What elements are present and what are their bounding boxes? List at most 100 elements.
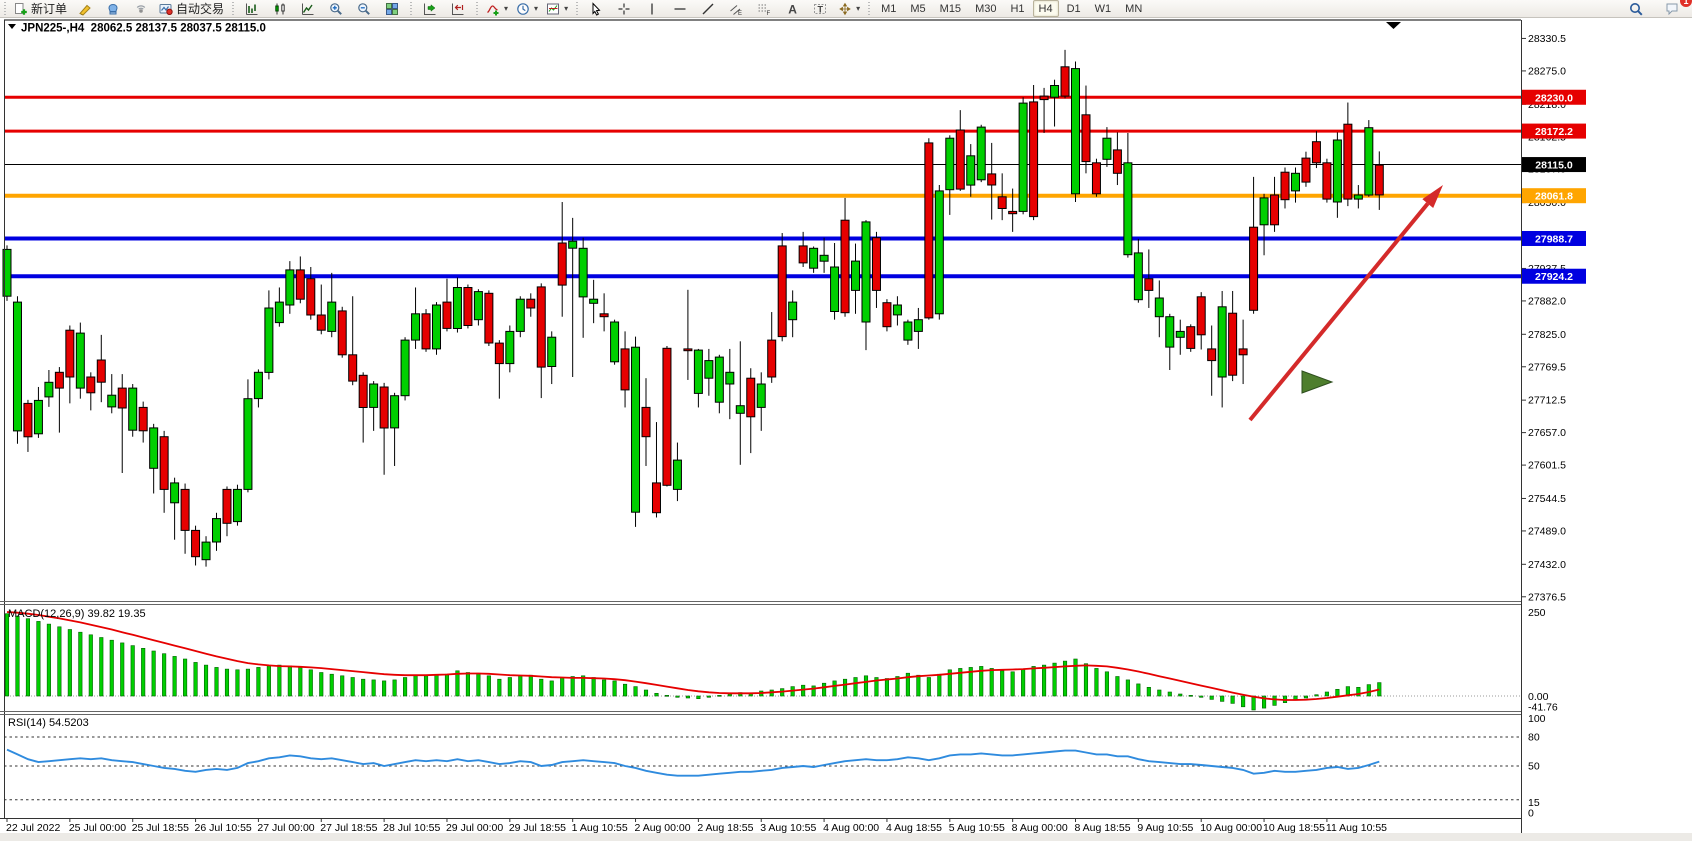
chart-candle-icon — [273, 2, 287, 16]
timeframe-d1-button[interactable]: D1 — [1061, 0, 1087, 17]
signals-button[interactable] — [128, 0, 154, 17]
svg-text:28 Jul 10:55: 28 Jul 10:55 — [383, 822, 440, 834]
dropdown-arrow-icon[interactable]: ▾ — [564, 4, 568, 13]
candle — [1145, 279, 1153, 291]
timeframe-m1-button[interactable]: M1 — [875, 0, 902, 17]
macd-panel: MACD(12,26,9) 39.82 19.35 — [4, 608, 1521, 710]
timeframe-h4-button[interactable]: H4 — [1033, 0, 1059, 17]
timeframe-m30-button[interactable]: M30 — [969, 0, 1002, 17]
horizontal-line-tool[interactable] — [667, 0, 693, 17]
candle — [967, 156, 975, 185]
candle — [307, 279, 315, 315]
signal-icon — [134, 2, 148, 16]
price-chart[interactable]: MACD(12,26,9) 39.82 19.35RSI(14) 54.5203… — [0, 18, 1692, 841]
template-icon — [546, 2, 560, 16]
auto-scroll-button[interactable] — [417, 0, 443, 17]
line-chart-button[interactable] — [295, 0, 321, 17]
depth-button[interactable] — [100, 0, 126, 17]
text-tool[interactable]: A — [779, 0, 805, 17]
candle — [254, 372, 262, 398]
auto-trading-button[interactable]: 自动交易 — [156, 0, 227, 17]
dropdown-arrow-icon[interactable]: ▾ — [856, 4, 860, 13]
svg-text:11 Aug 10:55: 11 Aug 10:55 — [1326, 822, 1387, 834]
svg-text:28061.8: 28061.8 — [1535, 191, 1573, 203]
candle — [883, 303, 891, 327]
time-axis[interactable]: 22 Jul 202225 Jul 00:0025 Jul 18:5526 Ju… — [6, 818, 1387, 834]
candle — [1344, 124, 1352, 199]
candle — [453, 288, 461, 329]
svg-text:27 Jul 18:55: 27 Jul 18:55 — [320, 822, 377, 834]
search-button[interactable] — [1623, 0, 1649, 17]
styler-button[interactable] — [72, 0, 98, 17]
cursor-tool[interactable] — [583, 0, 609, 17]
chart-window[interactable]: MACD(12,26,9) 39.82 19.35RSI(14) 54.5203… — [0, 18, 1692, 841]
candle — [852, 261, 860, 290]
candle — [66, 330, 74, 377]
symbol-dropdown-icon[interactable] — [8, 24, 16, 29]
timeframe-m15-button[interactable]: M15 — [934, 0, 967, 17]
label-tool[interactable]: T — [807, 0, 833, 17]
candle — [129, 388, 137, 430]
candle — [527, 299, 535, 308]
candle — [1176, 331, 1184, 337]
candle — [998, 197, 1006, 209]
chart-shift-button[interactable] — [445, 0, 471, 17]
arrows-tool[interactable]: ▾ — [835, 0, 863, 17]
timeframe-m5-button[interactable]: M5 — [904, 0, 931, 17]
vertical-line-tool[interactable] — [639, 0, 665, 17]
candle — [495, 343, 503, 364]
candle — [97, 360, 105, 382]
timeframe-w1-button[interactable]: W1 — [1089, 0, 1118, 17]
candle — [558, 243, 566, 285]
candle-chart-button[interactable] — [267, 0, 293, 17]
candle — [1092, 163, 1100, 194]
candle — [537, 287, 545, 367]
candle — [1281, 172, 1289, 200]
green-arrowhead[interactable] — [1302, 371, 1332, 393]
candle — [747, 378, 755, 417]
svg-text:4 Aug 18:55: 4 Aug 18:55 — [886, 822, 942, 834]
svg-text:2 Aug 00:00: 2 Aug 00:00 — [635, 822, 691, 834]
zoom-out-button[interactable] — [351, 0, 377, 17]
candle — [422, 314, 430, 349]
bar-chart-button[interactable] — [239, 0, 265, 17]
dropdown-arrow-icon[interactable]: ▾ — [534, 4, 538, 13]
svg-text:27489.0: 27489.0 — [1528, 525, 1566, 537]
timeframe-h1-button[interactable]: H1 — [1004, 0, 1030, 17]
new-order-button[interactable]: 新订单 — [11, 0, 70, 17]
candle — [778, 246, 786, 337]
label-t-icon: T — [813, 2, 827, 16]
candle — [150, 428, 158, 468]
candle — [286, 270, 294, 305]
templates-button[interactable]: ▾ — [543, 0, 571, 17]
channel-tool[interactable]: E — [723, 0, 749, 17]
crosshair-tool[interactable] — [611, 0, 637, 17]
price-axis[interactable]: 28330.528275.028218.028162.528107.028050… — [1521, 33, 1586, 820]
fibonacci-tool[interactable]: F — [751, 0, 777, 17]
indicators-button[interactable]: ▾ — [483, 0, 511, 17]
trendline-tool[interactable] — [695, 0, 721, 17]
candle — [1103, 138, 1111, 159]
svg-text:27 Jul 00:00: 27 Jul 00:00 — [257, 822, 314, 834]
tile-windows-button[interactable] — [379, 0, 405, 17]
candle — [443, 302, 451, 328]
candle — [579, 248, 587, 297]
zoom-in-button[interactable] — [323, 0, 349, 17]
candle — [380, 387, 388, 428]
candle — [694, 350, 702, 393]
candle — [181, 489, 189, 530]
candle — [736, 406, 744, 414]
svg-text:27924.2: 27924.2 — [1535, 271, 1573, 283]
candle — [275, 302, 283, 323]
candle — [600, 314, 608, 317]
periods-button[interactable]: ▾ — [513, 0, 541, 17]
candle — [265, 308, 273, 372]
candle — [621, 349, 629, 390]
timeframe-mn-button[interactable]: MN — [1119, 0, 1148, 17]
dropdown-arrow-icon[interactable]: ▾ — [504, 4, 508, 13]
candle — [139, 407, 147, 430]
svg-text:26 Jul 10:55: 26 Jul 10:55 — [195, 822, 252, 834]
svg-text:3 Aug 10:55: 3 Aug 10:55 — [760, 822, 816, 834]
svg-text:F: F — [767, 11, 771, 16]
candle — [1218, 307, 1226, 377]
